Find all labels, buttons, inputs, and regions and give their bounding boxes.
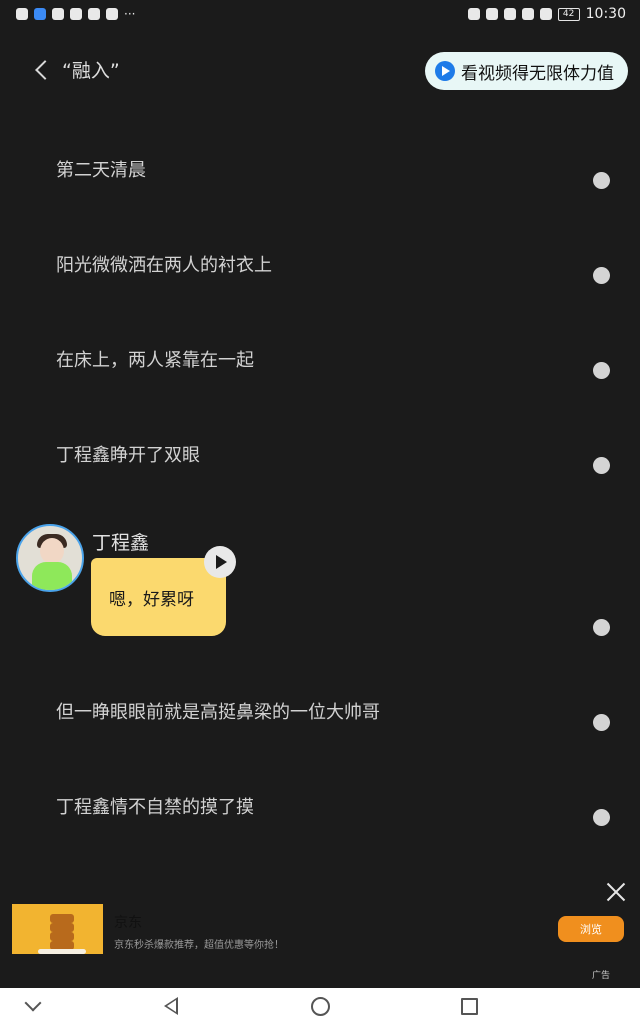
status-bar: ··· 42 10:30: [0, 0, 640, 28]
story-dot[interactable]: [593, 809, 610, 826]
message-text: 嗯，好累呀: [109, 589, 194, 610]
speed-icon: [539, 8, 552, 20]
chat-message: 丁程鑫 嗯，好累呀: [16, 524, 316, 644]
close-ad-icon[interactable]: [606, 882, 626, 902]
story-dot[interactable]: [593, 714, 610, 731]
story-dot[interactable]: [593, 457, 610, 474]
status-right: 42 10:30: [467, 6, 626, 22]
system-nav-bar: [0, 988, 640, 1024]
story-dot[interactable]: [593, 362, 610, 379]
wifi-icon: [16, 8, 28, 20]
avatar[interactable]: [16, 524, 84, 592]
app-notification-icon: [34, 8, 46, 20]
clock: 10:30: [585, 6, 626, 22]
reward-label: 看视频得无限体力值: [461, 63, 614, 84]
header: “融入” 看视频得无限体力值: [0, 52, 640, 92]
app-notification-icon: [52, 8, 64, 20]
ad-image: [12, 904, 103, 954]
ad-browse-button[interactable]: 浏览: [558, 916, 624, 942]
story-line: 在床上，两人紧靠在一起: [56, 350, 254, 371]
story-line: 第二天清晨: [56, 160, 146, 181]
ad-description: 京东秒杀爆款推荐，超值优惠等你抢！: [114, 940, 284, 951]
back-button[interactable]: “融入”: [32, 56, 120, 83]
voice-play-button[interactable]: [204, 546, 236, 578]
bluetooth-icon: [503, 8, 516, 20]
story-line: 丁程鑫情不自禁的摸了摸: [56, 797, 254, 818]
alarm-icon: [485, 8, 498, 20]
story-line: 阳光微微洒在两人的衬衣上: [56, 255, 272, 276]
status-left: ···: [16, 7, 135, 21]
ad-brand: 京东: [114, 915, 142, 931]
nav-recent-icon[interactable]: [448, 988, 488, 1024]
more-notifications: ···: [124, 7, 136, 21]
app-notification-icon: [106, 8, 118, 20]
ad-tag: 广告: [592, 971, 611, 981]
battery-indicator: 42: [557, 7, 580, 21]
play-icon: [435, 61, 455, 81]
ad-banner[interactable]: 京东 京东秒杀爆款推荐，超值优惠等你抢！ 浏览 广告: [0, 900, 640, 984]
speaker-name: 丁程鑫: [92, 532, 150, 554]
story-dot[interactable]: [593, 619, 610, 636]
story-dot[interactable]: [593, 267, 610, 284]
nav-home-icon[interactable]: [300, 988, 340, 1024]
app-notification-icon: [88, 8, 100, 20]
story-line: 丁程鑫睁开了双眼: [56, 445, 200, 466]
shield-icon: [70, 8, 82, 20]
eye-icon: [467, 8, 480, 20]
watch-video-reward-button[interactable]: 看视频得无限体力值: [425, 52, 628, 90]
story-line: 但一睁眼眼前就是高挺鼻梁的一位大帅哥: [56, 702, 380, 723]
chevron-down-icon[interactable]: [14, 988, 54, 1024]
page-title: “融入”: [62, 60, 120, 82]
mute-icon: [521, 8, 534, 20]
nav-back-icon[interactable]: [150, 988, 190, 1024]
story-dot[interactable]: [593, 172, 610, 189]
chevron-left-icon: [35, 59, 55, 80]
